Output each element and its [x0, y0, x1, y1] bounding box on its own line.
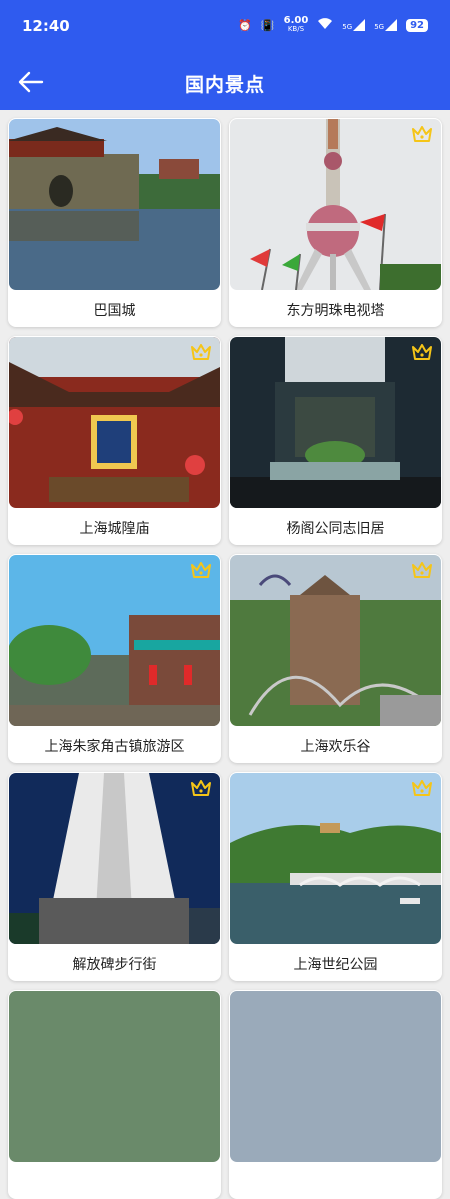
attraction-card[interactable]: 巴国城	[8, 118, 221, 327]
attraction-photo	[230, 119, 441, 290]
wifi-icon	[317, 17, 333, 33]
signal-icon-2: 5G	[374, 19, 398, 31]
crown-icon	[191, 780, 211, 797]
attraction-photo	[9, 337, 220, 508]
attraction-photo	[9, 555, 220, 726]
attraction-name: 上海朱家角古镇旅游区	[44, 739, 185, 755]
attraction-photo	[230, 991, 441, 1162]
net-speed: 6.00 KB/S	[283, 15, 309, 34]
battery-indicator: 92	[406, 18, 428, 32]
attraction-name: 上海城隍庙	[79, 521, 150, 537]
attraction-card[interactable]: 上海欢乐谷	[229, 554, 442, 763]
crown-icon	[191, 562, 211, 579]
attraction-name: 上海欢乐谷	[300, 739, 371, 755]
crown-icon	[412, 562, 432, 579]
vibrate-icon: 📳	[260, 18, 275, 32]
attraction-name: 解放碑步行街	[72, 957, 157, 973]
alarm-icon: ⏰	[238, 18, 252, 32]
attraction-photo	[9, 773, 220, 944]
page-title: 国内景点	[184, 74, 265, 96]
crown-icon	[191, 344, 211, 361]
attraction-name: 巴国城	[93, 303, 136, 319]
attraction-card[interactable]: 上海朱家角古镇旅游区	[8, 554, 221, 763]
attraction-photo	[9, 991, 220, 1162]
status-time: 12:40	[22, 17, 70, 35]
signal-icon-1: 5G	[342, 19, 366, 31]
attraction-card[interactable]	[229, 990, 442, 1199]
attraction-name: 东方明珠电视塔	[286, 303, 385, 319]
attraction-photo	[230, 337, 441, 508]
attraction-photo	[230, 773, 441, 944]
attraction-grid: 巴国城 东方明珠电视塔 上海城隍庙 杨阁公同志旧居 上海朱家角古镇旅游区 上海欢…	[8, 118, 443, 1199]
attraction-card[interactable]	[8, 990, 221, 1199]
attraction-photo	[230, 555, 441, 726]
status-icons: ⏰ 📳 6.00 KB/S 5G 5G 92	[238, 16, 428, 34]
crown-icon	[412, 344, 432, 361]
attraction-card[interactable]: 上海世纪公园	[229, 772, 442, 981]
attraction-card[interactable]: 杨阁公同志旧居	[229, 336, 442, 545]
attraction-photo	[9, 119, 220, 290]
attraction-card[interactable]: 解放碑步行街	[8, 772, 221, 981]
attraction-name: 杨阁公同志旧居	[286, 521, 385, 537]
crown-icon	[412, 126, 432, 143]
attraction-card[interactable]: 东方明珠电视塔	[229, 118, 442, 327]
app-bar: 国内景点	[0, 52, 450, 110]
crown-icon	[412, 780, 432, 797]
attraction-card[interactable]: 上海城隍庙	[8, 336, 221, 545]
status-bar: 12:40 ⏰ 📳 6.00 KB/S 5G 5G 92	[0, 0, 450, 52]
attraction-name: 上海世纪公园	[293, 957, 378, 973]
